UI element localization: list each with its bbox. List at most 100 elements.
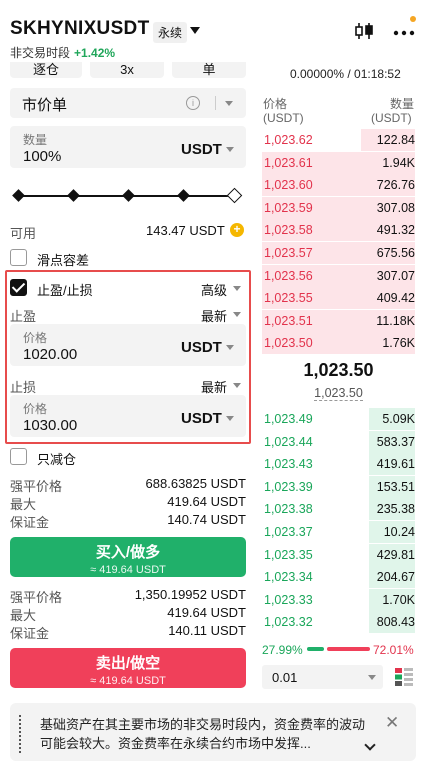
quantity-unit-select[interactable]: USDT [181,141,222,158]
buy-button-label: 买入/做多 [95,544,161,561]
bid-price: 1,023.34 [264,570,313,585]
bid-qty: 153.51 [376,479,415,494]
bid-price: 1,023.44 [264,434,313,449]
ask-qty: 491.32 [376,223,415,238]
bid-price: 1,023.37 [264,525,313,539]
sell-liq-label: 强平价格 [10,590,63,605]
depth-step-value: 0.01 [272,670,298,685]
quantity-slider[interactable] [12,187,243,204]
bid-price: 1,023.33 [264,592,313,607]
depth-step-select[interactable]: 0.01 [262,665,383,689]
last-price[interactable]: 1,023.50 [262,360,415,381]
ask-qty: 1.76K [382,336,415,351]
bid-row[interactable]: 1,023.37 10.24 [262,521,415,543]
symbol-dropdown-icon[interactable] [190,27,200,34]
take-profit-label: 止盈 [10,309,37,324]
ask-qty: 11.18K [376,313,415,328]
price-header: 价格 [263,97,288,111]
bid-row[interactable]: 1,023.34 204.67 [262,566,415,589]
session-label: 非交易时段 [10,46,71,60]
ask-row[interactable]: 1,023.56 307.07 [262,264,415,287]
leverage-button[interactable]: 3x [90,62,164,78]
bid-row[interactable]: 1,023.49 5.09K [262,408,415,430]
bid-qty: 583.37 [376,434,415,449]
tpsl-mode-select[interactable]: 高级 [201,280,227,299]
ask-row[interactable]: 1,023.50 1.76K [262,332,415,355]
ask-qty: 1.94K [382,155,415,170]
funding-rate-countdown[interactable]: 0.00000% / 01:18:52 [290,67,401,81]
bid-qty: 204.67 [376,570,415,585]
sl-unit-select[interactable]: USDT [181,410,222,427]
bid-qty: 429.81 [376,547,415,562]
ask-row[interactable]: 1,023.51 11.18K [262,309,415,332]
quantity-value: 100% [23,148,62,165]
bid-row[interactable]: 1,023.38 235.38 [262,498,415,521]
quantity-input[interactable]: 数量 100% USDT [10,126,246,168]
chevron-down-icon [225,101,233,106]
available-value: 143.47 USDT [146,223,225,238]
ask-row[interactable]: 1,023.61 1.94K [262,151,415,174]
stop-loss-price-input[interactable]: 价格 1030.00 USDT [10,395,246,437]
change-percent: +1.42% [74,46,116,60]
ask-row[interactable]: 1,023.59 307.08 [262,196,415,219]
bid-row[interactable]: 1,023.43 419.61 [262,453,415,476]
stop-loss-trigger-select[interactable]: 最新 [201,377,227,396]
ask-row[interactable]: 1,023.57 675.56 [262,242,415,264]
position-mode-button[interactable]: 单 [172,62,246,78]
ask-price: 1,023.57 [264,246,313,260]
ask-row[interactable]: 1,023.62 122.84 [262,129,415,151]
header: SKHYNIXUSDT 永续 非交易时段 +1.42% [0,0,426,62]
ask-row[interactable]: 1,023.58 491.32 [262,219,415,242]
bid-row[interactable]: 1,023.35 429.81 [262,543,415,566]
ask-qty: 726.76 [376,178,415,193]
order-type-select[interactable]: 市价单 i [10,88,246,118]
tpsl-checkbox[interactable] [10,279,27,296]
tp-price-value: 1020.00 [23,346,78,363]
contract-type-tag: 永续 [153,22,188,43]
slider-handle[interactable] [226,187,243,204]
sell-margin-value: 140.11 USDT [168,623,246,638]
notice-indicator [19,715,21,753]
isolated-margin-button[interactable]: 逐仓 [10,62,82,78]
slider-tick-50[interactable] [122,189,135,202]
stop-loss-label: 止损 [10,380,37,395]
reduce-only-checkbox[interactable] [10,448,27,465]
candlestick-chart-icon[interactable] [354,22,374,40]
bid-price: 1,023.38 [264,502,313,517]
add-funds-icon[interactable]: + [230,223,244,237]
sl-price-label: 价格 [23,402,48,416]
ask-row[interactable]: 1,023.60 726.76 [262,174,415,197]
sell-max-label: 最大 [10,608,37,623]
bid-row[interactable]: 1,023.33 1.70K [262,588,415,611]
buy-button-amount: ≈ 419.64 USDT [90,564,166,576]
orderbook-layout-icon[interactable] [395,668,413,686]
sell-short-button[interactable]: 卖出/做空 ≈ 419.64 USDT [10,648,246,688]
sell-button-amount: ≈ 419.64 USDT [90,675,166,687]
bid-row[interactable]: 1,023.39 153.51 [262,475,415,498]
ask-price: 1,023.58 [264,223,313,238]
close-icon[interactable]: ✕ [385,713,399,733]
ask-qty: 409.42 [376,291,415,306]
ask-row[interactable]: 1,023.55 409.42 [262,287,415,310]
take-profit-trigger-select[interactable]: 最新 [201,306,227,325]
ask-price: 1,023.59 [264,200,313,215]
tp-price-label: 价格 [23,331,48,345]
ask-price: 1,023.60 [264,178,313,193]
bid-qty: 5.09K [382,412,415,426]
chevron-down-icon [233,286,241,291]
info-icon[interactable]: i [186,96,200,110]
take-profit-price-input[interactable]: 价格 1020.00 USDT [10,324,246,366]
chevron-down-icon [226,147,234,152]
chevron-down-icon [233,312,241,317]
slider-tick-0[interactable] [12,189,25,202]
slider-tick-25[interactable] [67,189,80,202]
symbol-title[interactable]: SKHYNIXUSDT [10,18,149,40]
bid-price: 1,023.35 [264,547,313,562]
bid-row[interactable]: 1,023.32 808.43 [262,611,415,634]
slippage-checkbox[interactable] [10,249,27,266]
buy-long-button[interactable]: 买入/做多 ≈ 419.64 USDT [10,537,246,577]
tp-unit-select[interactable]: USDT [181,339,222,356]
more-options-icon[interactable] [393,22,415,40]
bid-row[interactable]: 1,023.44 583.37 [262,430,415,453]
slider-tick-75[interactable] [177,189,190,202]
